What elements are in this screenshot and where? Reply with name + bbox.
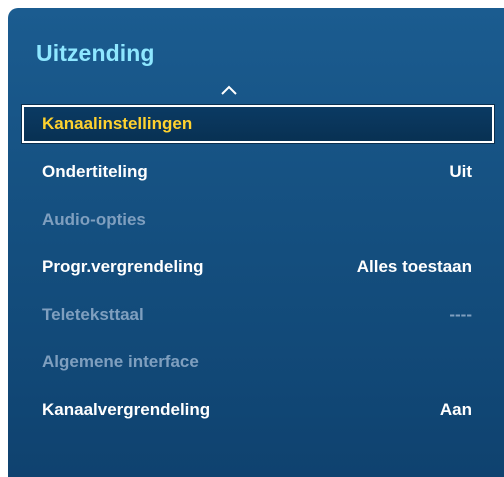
chevron-up-icon[interactable] (220, 84, 238, 96)
menu-item-ondertiteling[interactable]: Ondertiteling Uit (22, 153, 494, 191)
menu-item-label: Kanaalvergrendeling (42, 400, 211, 419)
menu-item-value: Aan (439, 400, 472, 419)
menu-item-label: Audio-opties (42, 210, 146, 229)
menu-item-kanaalvergrendeling[interactable]: Kanaalvergrendeling Aan (22, 391, 494, 429)
menu-item-value: ---- (449, 305, 472, 324)
menu-item-label: Kanaalinstellingen (42, 114, 193, 133)
menu-item-label: Algemene interface (42, 352, 199, 371)
menu-item-label: Progr.vergrendeling (42, 257, 204, 276)
menu-item-progr-vergrendeling[interactable]: Progr.vergrendeling Alles toestaan (22, 248, 494, 286)
broadcast-menu-panel: Uitzending Kanaalinstellingen Ondertitel… (8, 8, 504, 477)
menu-item-audio-opties: Audio-opties (22, 201, 494, 239)
menu-item-kanaalinstellingen[interactable]: Kanaalinstellingen (22, 105, 494, 143)
menu-item-algemene-interface: Algemene interface (22, 343, 494, 381)
menu-item-teleteksttaal: Teleteksttaal ---- (22, 296, 494, 334)
menu-item-label: Ondertiteling (42, 162, 148, 181)
menu-item-value: Uit (449, 162, 472, 181)
menu-item-label: Teleteksttaal (42, 305, 144, 324)
menu-item-value: Alles toestaan (356, 257, 472, 276)
menu-title: Uitzending (36, 40, 155, 66)
